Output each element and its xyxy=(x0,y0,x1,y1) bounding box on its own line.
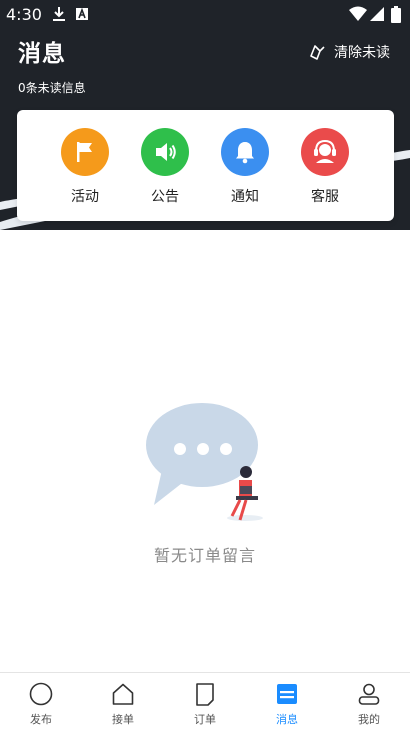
category-customer-service[interactable]: 客服 xyxy=(295,128,355,206)
clear-unread-button[interactable]: 清除未读 xyxy=(309,41,390,63)
wifi-icon xyxy=(349,6,367,21)
nav-item-orders[interactable]: 订单 xyxy=(175,681,235,727)
download-icon xyxy=(53,7,65,21)
clear-unread-label: 清除未读 xyxy=(334,45,390,61)
headset-icon xyxy=(301,128,349,176)
nav-label: 我的 xyxy=(358,713,380,726)
nav-item-messages[interactable]: 消息 xyxy=(257,681,317,727)
speaker-icon xyxy=(141,128,189,176)
nav-item-publish[interactable]: 发布 xyxy=(11,681,71,727)
empty-state-text: 暂无订单留言 xyxy=(153,546,256,565)
status-bar: 4:30 xyxy=(0,0,410,30)
document-icon xyxy=(175,681,235,707)
circle-icon xyxy=(11,681,71,707)
app-notification-icon xyxy=(76,7,88,20)
bottom-navigation: 发布 接单 订单 消息 我的 xyxy=(0,672,410,731)
bell-icon xyxy=(221,128,269,176)
category-label: 公告 xyxy=(151,189,179,205)
nav-label: 发布 xyxy=(30,713,52,726)
category-activity[interactable]: 活动 xyxy=(55,128,115,206)
flag-icon xyxy=(61,128,109,176)
nav-label: 订单 xyxy=(194,713,216,726)
signal-icon xyxy=(370,7,384,21)
user-icon xyxy=(339,681,399,707)
message-icon xyxy=(257,681,317,707)
nav-label: 接单 xyxy=(112,713,134,726)
nav-item-profile[interactable]: 我的 xyxy=(339,681,399,727)
nav-label: 消息 xyxy=(276,713,298,726)
category-notification[interactable]: 通知 xyxy=(215,128,275,206)
nav-item-accept-order[interactable]: 接单 xyxy=(93,681,153,727)
status-time: 4:30 xyxy=(6,5,42,24)
home-icon xyxy=(93,681,153,707)
category-label: 活动 xyxy=(71,189,99,205)
message-category-card: 活动 公告 通知 客服 xyxy=(17,110,394,221)
category-label: 通知 xyxy=(231,189,259,205)
category-announcement[interactable]: 公告 xyxy=(135,128,195,206)
battery-icon xyxy=(391,6,401,23)
page-title: 消息 xyxy=(18,41,66,67)
broom-icon xyxy=(310,44,325,60)
category-label: 客服 xyxy=(311,189,339,205)
empty-messages-illustration xyxy=(146,403,263,521)
unread-count-text: 0条未读信息 xyxy=(18,81,86,95)
